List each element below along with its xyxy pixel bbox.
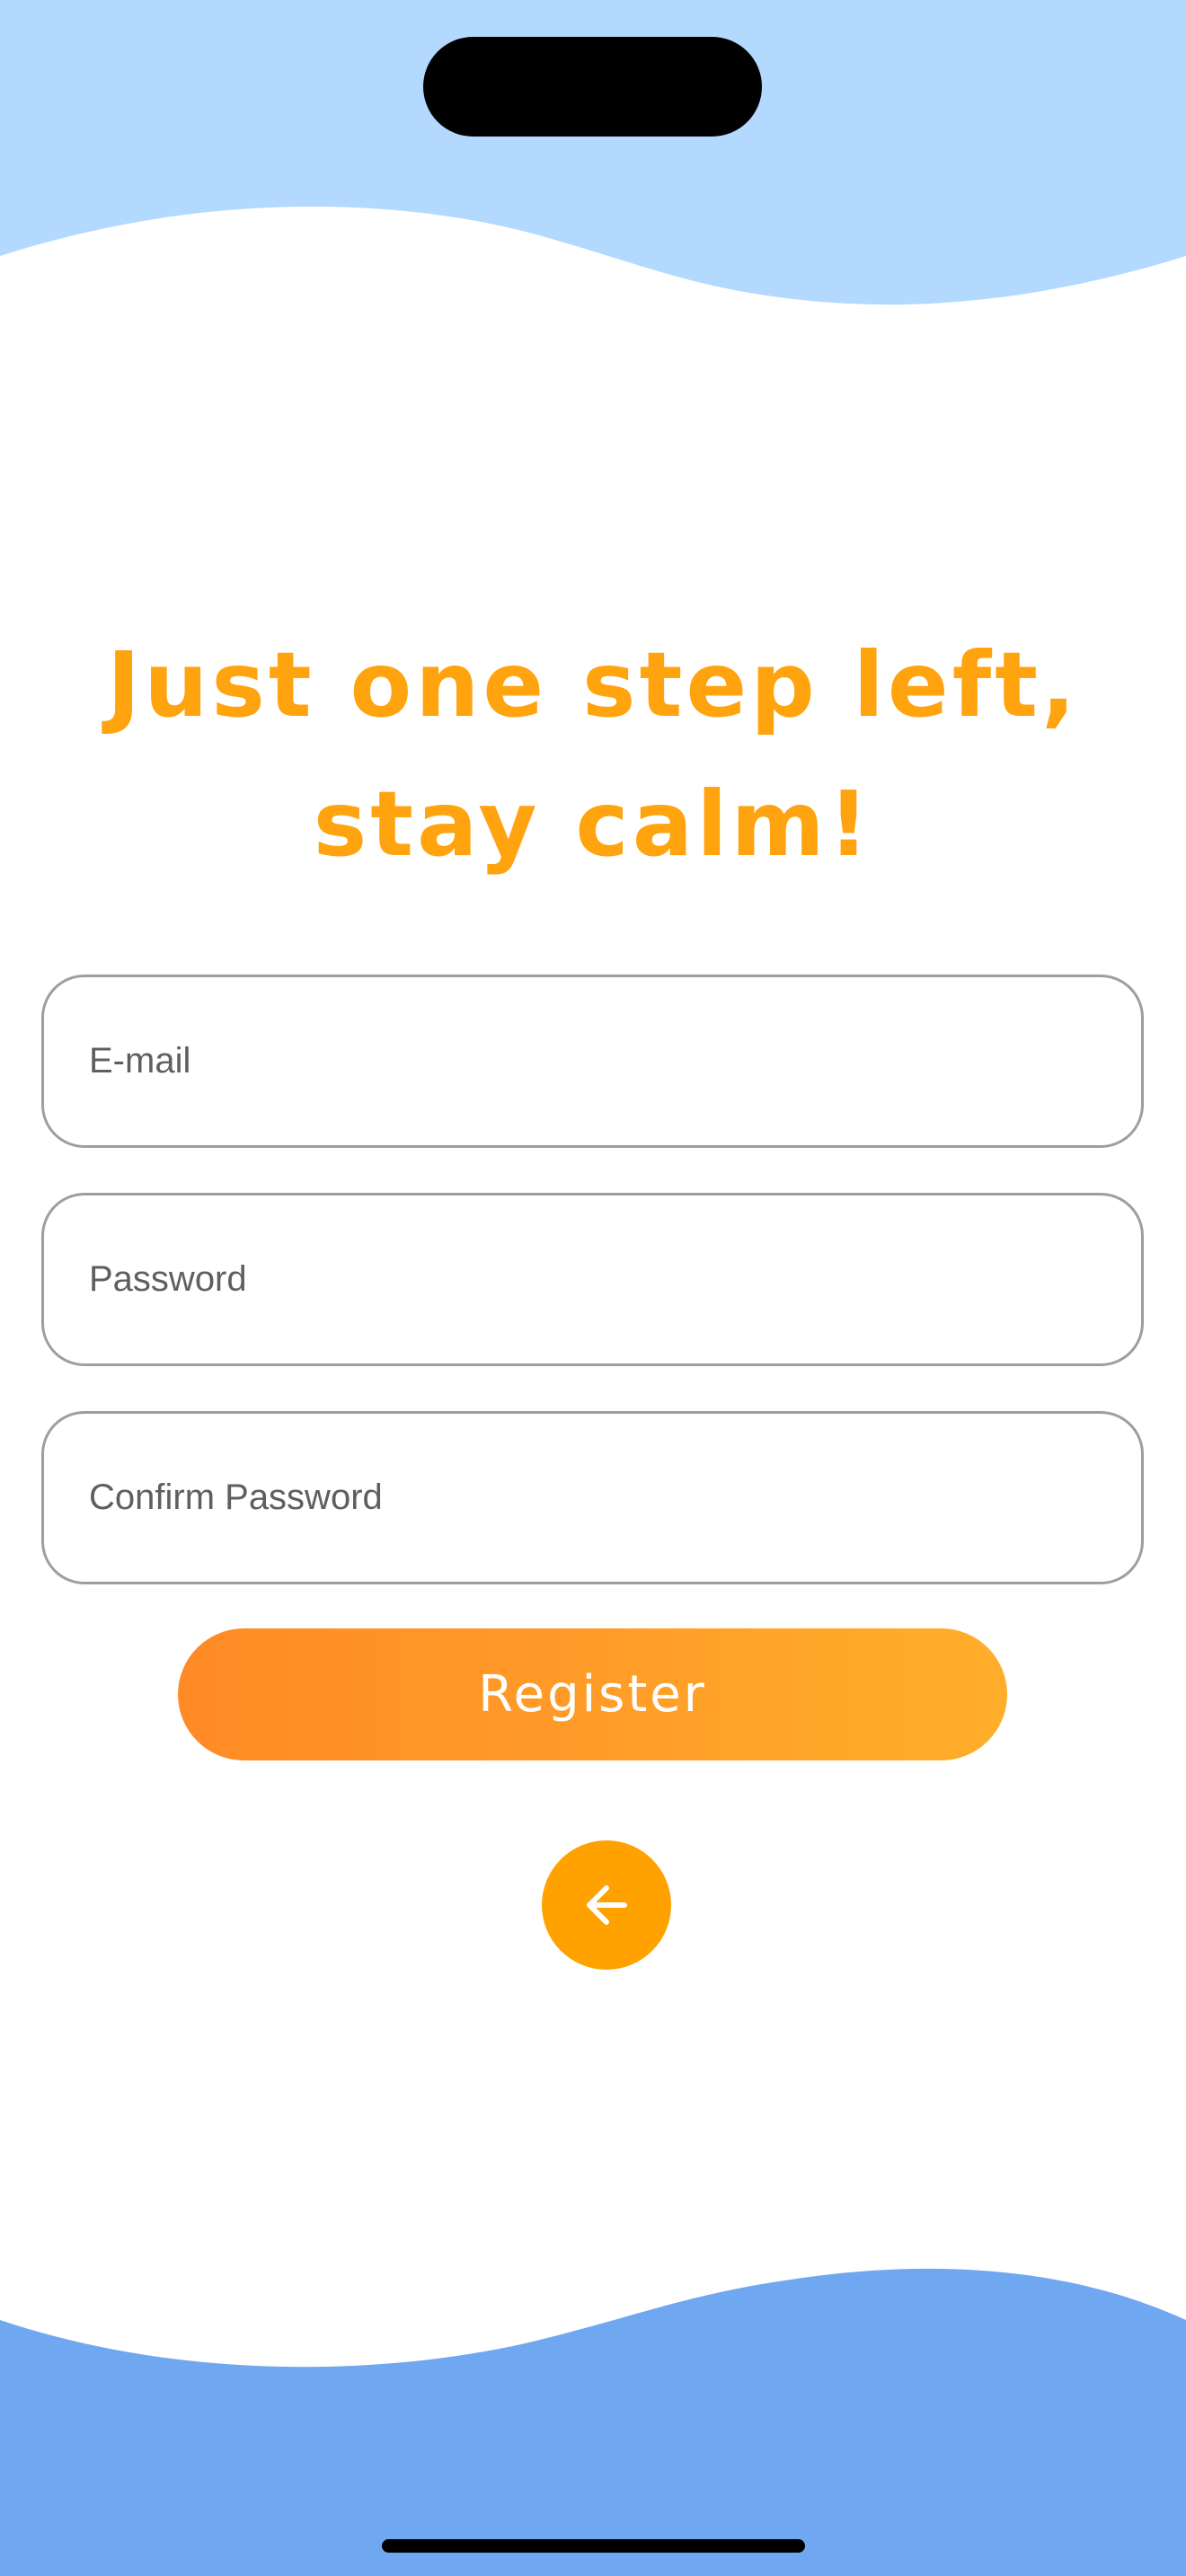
password-field-container — [41, 1193, 1144, 1366]
password-field[interactable] — [89, 1195, 1095, 1363]
bottom-wave-decoration — [0, 2268, 1186, 2576]
register-button[interactable]: Register — [178, 1628, 1007, 1760]
dynamic-island — [423, 37, 762, 137]
headline-line-1: Just one step left, — [106, 632, 1079, 737]
confirm-password-field-container — [41, 1411, 1144, 1584]
confirm-password-field[interactable] — [89, 1414, 1095, 1582]
email-field-container — [41, 975, 1144, 1148]
arrow-left-icon — [587, 1885, 627, 1925]
page-title: Just one step left, stay calm! — [0, 615, 1186, 894]
back-button[interactable] — [542, 1840, 671, 1970]
home-indicator — [382, 2539, 805, 2553]
headline-line-2: stay calm! — [313, 772, 873, 877]
email-field[interactable] — [89, 977, 1095, 1145]
